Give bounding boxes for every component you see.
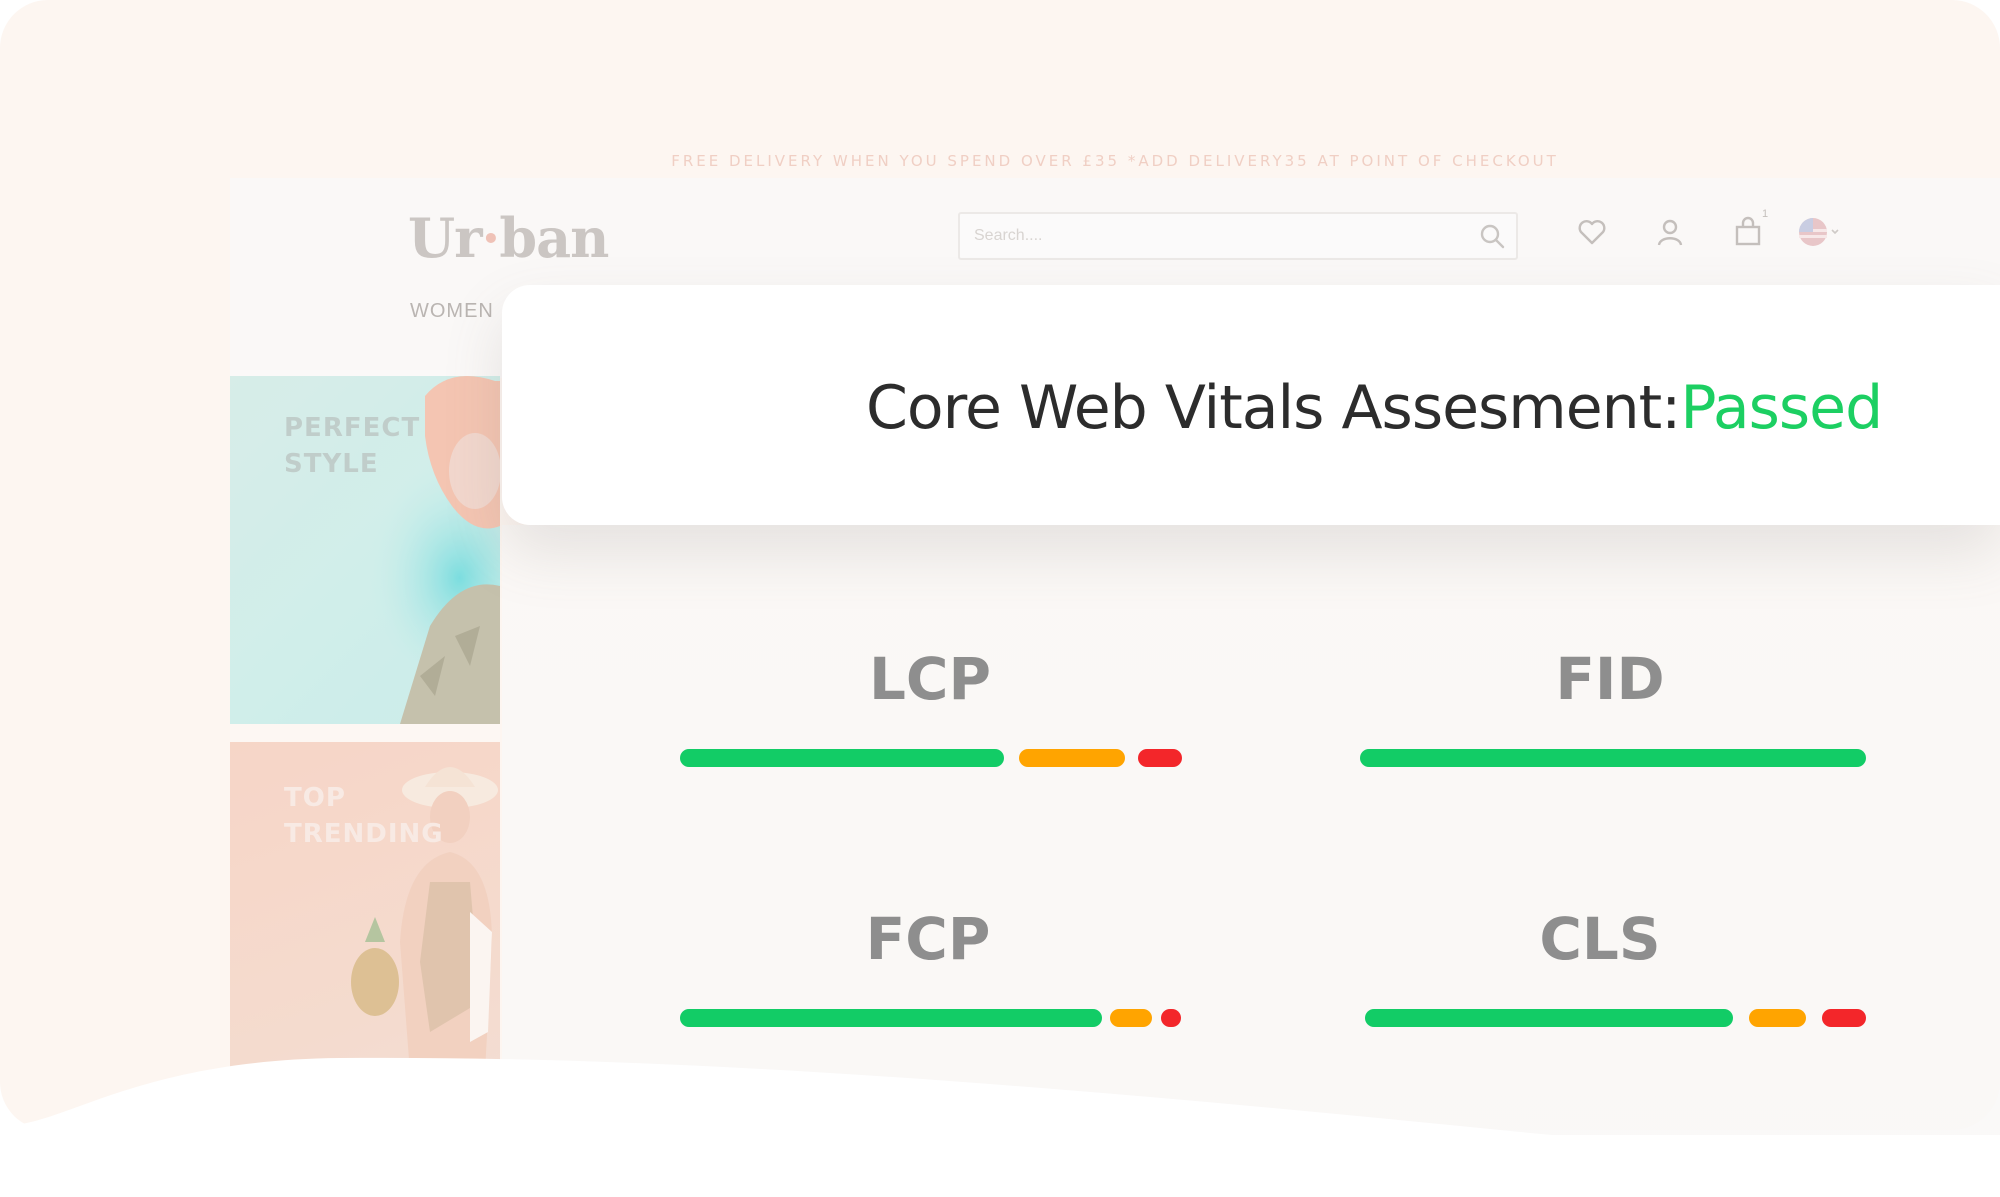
bottom-wave — [0, 1057, 2000, 1197]
